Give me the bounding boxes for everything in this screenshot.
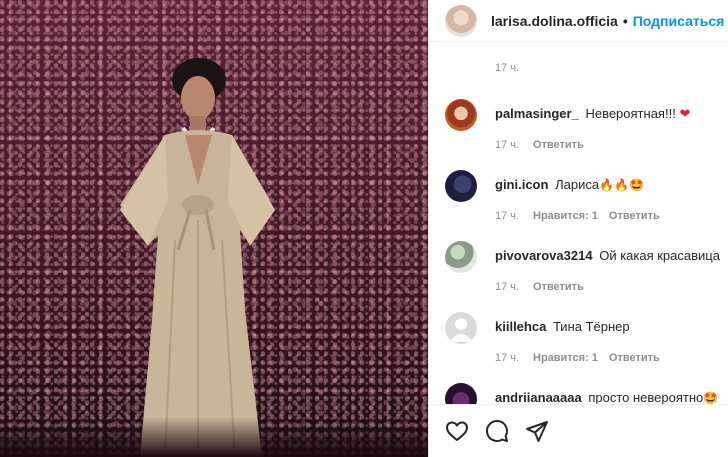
person-silhouette-icon — [449, 318, 473, 342]
comment-item: kiillehca Тина Тёрнер 17 ч. Нравится: 1 … — [445, 312, 728, 372]
fire-emoji: 🔥🔥🤩 — [599, 178, 644, 192]
commenter-username[interactable]: palmasinger_ — [495, 106, 579, 121]
comment-item: palmasinger_ Невероятная!!! ❤ 17 ч. Отве… — [445, 99, 728, 159]
author-avatar[interactable] — [445, 4, 477, 37]
comment-likes[interactable]: Нравится: 1 — [533, 352, 598, 364]
comments-list[interactable]: 17 ч. palmasinger_ Невероятная!!! ❤ 17 ч… — [429, 42, 728, 404]
default-avatar-icon[interactable] — [445, 312, 477, 344]
reply-button[interactable]: Ответить — [609, 210, 660, 222]
commenter-username[interactable]: andriianaaaaa — [495, 390, 582, 404]
comment-time[interactable]: 17 ч. — [495, 281, 533, 293]
commenter-avatar[interactable] — [445, 99, 477, 131]
author-username[interactable]: larisa.dolina.officia — [491, 13, 618, 29]
post-side-panel: larisa.dolina.officia • Подписаться 17 ч… — [428, 0, 728, 457]
comment-item: gini.icon Лариса🔥🔥🤩 17 ч. Нравится: 1 От… — [445, 170, 728, 230]
photo-floor-shadow — [0, 417, 428, 457]
commenter-username[interactable]: gini.icon — [495, 177, 548, 192]
commenter-avatar[interactable] — [445, 241, 477, 273]
like-button[interactable] — [445, 419, 469, 443]
paper-plane-icon — [526, 421, 548, 442]
speech-bubble-icon — [486, 420, 508, 442]
comment-likes[interactable]: Нравится: 1 — [533, 210, 598, 222]
post-actions-bar — [429, 404, 728, 457]
comment-button[interactable] — [485, 419, 509, 443]
comment-item: andriianaaaaa просто невероятно🤩 — [445, 383, 728, 404]
commenter-avatar[interactable] — [445, 383, 477, 404]
caption-timestamp: 17 ч. — [495, 62, 520, 74]
reply-button[interactable]: Ответить — [533, 139, 584, 151]
comment-text: Лариса — [555, 177, 600, 192]
commenter-username[interactable]: pivovarova3214 — [495, 248, 593, 263]
comment-text: просто невероятно — [588, 390, 704, 404]
comment-time[interactable]: 17 ч. — [495, 352, 533, 364]
commenter-avatar[interactable] — [445, 170, 477, 202]
comment-time[interactable]: 17 ч. — [495, 210, 533, 222]
comment-text: Невероятная!!! — [585, 106, 676, 121]
post-header: larisa.dolina.officia • Подписаться — [429, 0, 728, 42]
comment-time[interactable]: 17 ч. — [495, 139, 533, 151]
heart-outline-icon — [446, 421, 468, 441]
commenter-username[interactable]: kiillehca — [495, 319, 546, 334]
comment-item: pivovarova3214 Ой какая красавица 17 ч. … — [445, 241, 728, 301]
star-eyes-emoji: 🤩 — [703, 391, 719, 404]
heart-emoji: ❤ — [679, 106, 691, 121]
reply-button[interactable]: Ответить — [609, 352, 660, 364]
share-button[interactable] — [525, 419, 549, 443]
woman-in-gown-illustration — [120, 58, 275, 457]
post-photo[interactable] — [0, 0, 428, 457]
comment-text: Ой какая красавица — [599, 248, 720, 263]
reply-button[interactable]: Ответить — [533, 281, 584, 293]
comment-text: Тина Тёрнер — [552, 319, 630, 334]
header-separator: • — [622, 12, 628, 29]
follow-button[interactable]: Подписаться — [633, 13, 725, 29]
